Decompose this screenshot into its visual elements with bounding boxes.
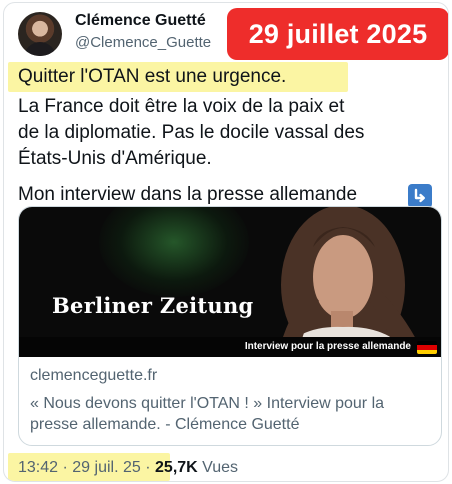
portrait-image <box>277 207 425 357</box>
link-title-line-1[interactable]: « Nous devons quitter l'OTAN ! » Intervi… <box>30 393 384 414</box>
avatar-shoulders <box>24 42 56 56</box>
newspaper-logo: Berliner Zeitung <box>52 293 254 318</box>
tweet-text-line-2: La France doit être la voix de la paix e… <box>18 96 345 117</box>
arrow-down-right-icon <box>408 184 432 208</box>
author-name[interactable]: Clémence Guetté <box>75 12 206 30</box>
background-glow <box>99 207 249 297</box>
link-preview-image[interactable]: Berliner Zeitung Interview pour la press… <box>19 207 441 357</box>
author-handle[interactable]: @Clemence_Guette <box>75 34 211 51</box>
avatar[interactable] <box>18 12 62 56</box>
tweet-card[interactable]: Clémence Guetté @Clemence_Guette 29 juil… <box>3 2 449 482</box>
tweet-date[interactable]: 29 juil. 25 <box>72 459 141 476</box>
caption-text: Interview pour la presse allemande <box>244 341 411 352</box>
tweet-text-line-1: Quitter l'OTAN est une urgence. <box>18 66 287 87</box>
german-flag-icon <box>417 341 437 354</box>
separator-dot: · <box>145 459 156 476</box>
tweet-meta: 13:42 · 29 juil. 25 · 25,7K Vues <box>18 459 238 477</box>
views-count: 25,7K <box>155 459 198 476</box>
tweet-time[interactable]: 13:42 <box>18 459 58 476</box>
link-title-line-2[interactable]: presse allemande. - Clémence Guetté <box>30 414 299 435</box>
date-badge: 29 juillet 2025 <box>227 8 448 60</box>
separator-dot: · <box>62 459 73 476</box>
link-preview-card[interactable]: Berliner Zeitung Interview pour la press… <box>18 206 442 446</box>
link-domain[interactable]: clemenceguette.fr <box>30 367 157 385</box>
tweet-text-line-3: de la diplomatie. Pas le docile vassal d… <box>18 122 365 143</box>
tweet-text-line-4: États-Unis d'Amérique. <box>18 148 212 169</box>
tweet-text-line-5: Mon interview dans la presse allemande <box>18 184 358 205</box>
views-label: Vues <box>202 459 239 476</box>
